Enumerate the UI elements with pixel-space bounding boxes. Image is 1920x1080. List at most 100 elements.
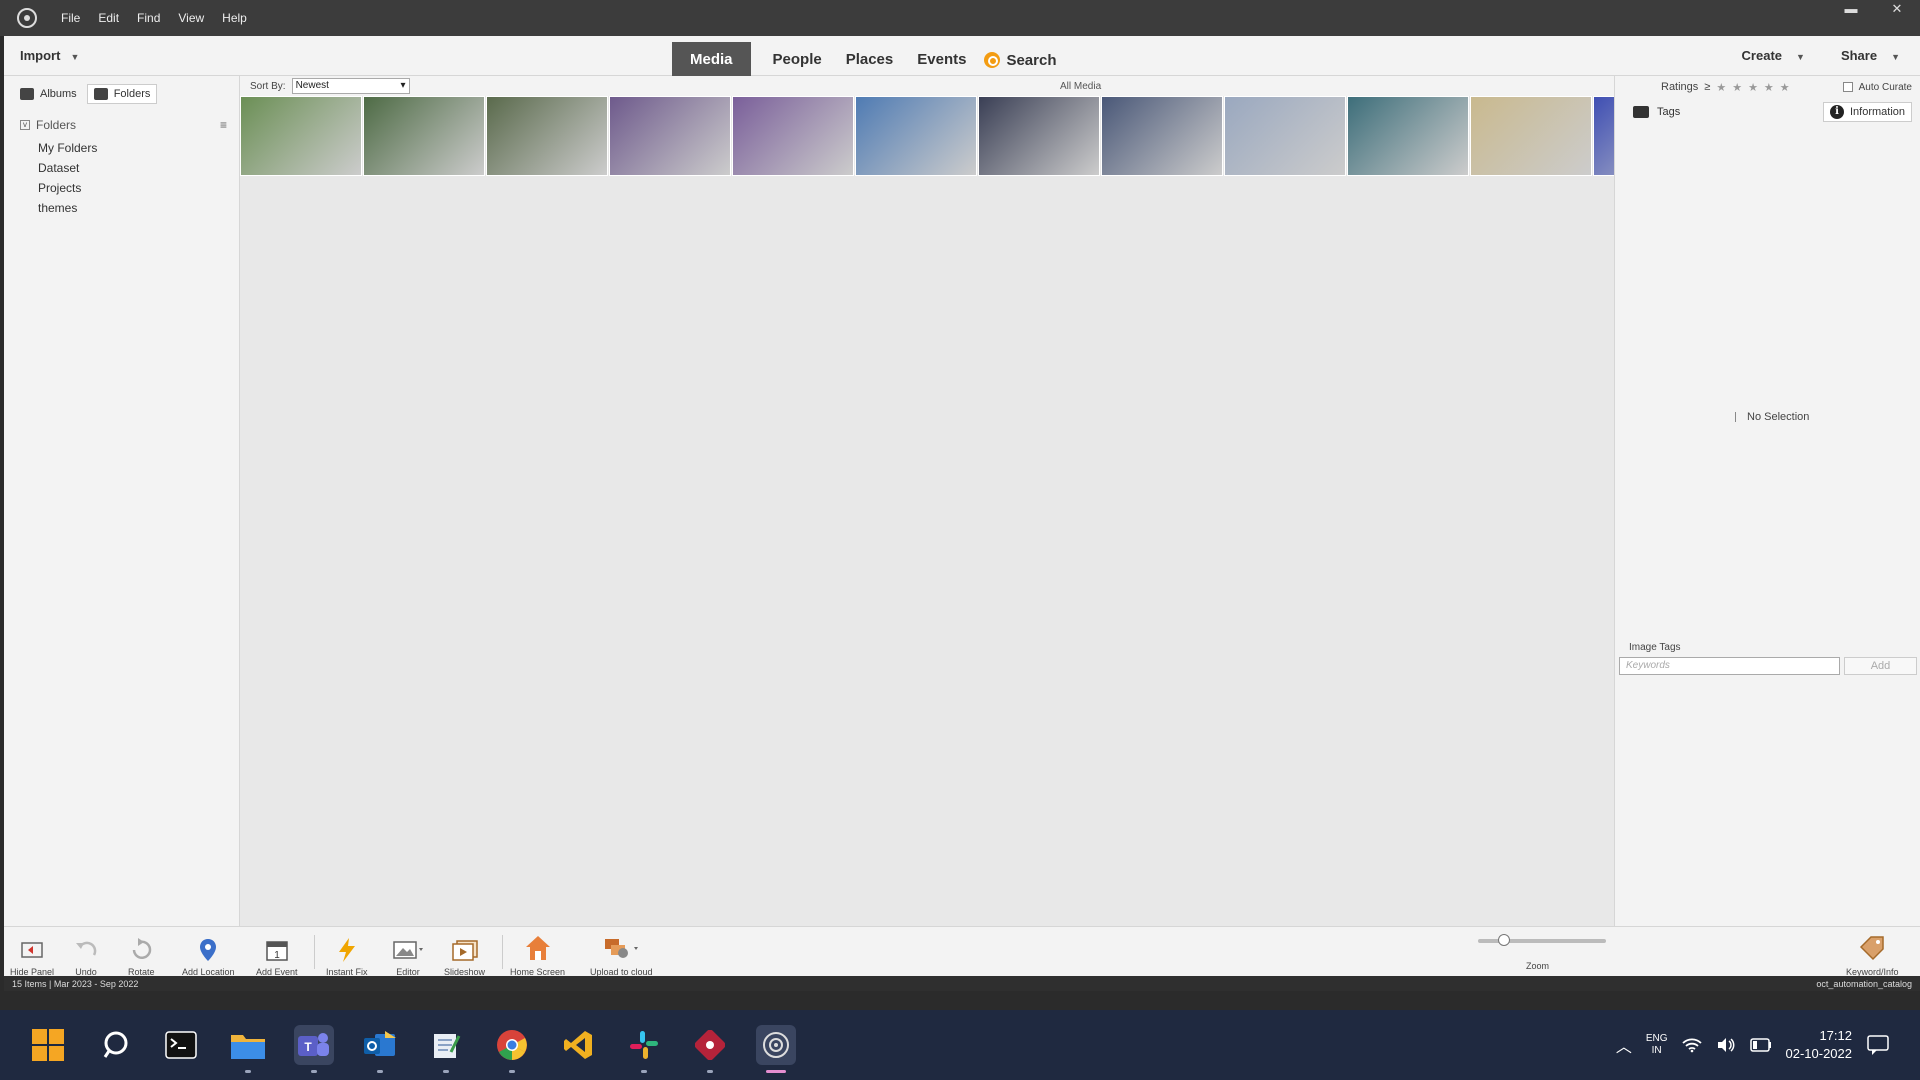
folder-item[interactable]: Projects <box>4 178 239 198</box>
hide-panel-button[interactable]: Hide Panel <box>10 937 54 977</box>
notification-icon[interactable] <box>1866 1034 1890 1056</box>
photo-thumbnail[interactable] <box>978 96 1100 176</box>
running-indicator <box>377 1070 383 1073</box>
home-screen-button[interactable]: Home Screen <box>510 933 565 977</box>
search-icon <box>984 52 1001 68</box>
import-button[interactable]: Import ▼ <box>20 48 79 63</box>
running-indicator <box>509 1070 515 1073</box>
photo-thumbnail[interactable] <box>240 96 362 176</box>
taskbar-chrome[interactable] <box>492 1025 532 1073</box>
tab-places[interactable]: Places <box>834 42 906 78</box>
volume-icon[interactable] <box>1716 1037 1736 1053</box>
photo-thumbnail[interactable] <box>1470 96 1592 176</box>
tab-information[interactable]: i Information <box>1822 102 1912 122</box>
start-button[interactable] <box>28 1025 68 1065</box>
keywords-input[interactable]: Keywords <box>1619 657 1840 675</box>
upload-to-cloud-button[interactable]: Upload to cloud <box>590 933 653 977</box>
selection-indicator <box>1735 412 1743 422</box>
taskbar-slack[interactable] <box>624 1025 664 1073</box>
photo-thumbnail[interactable] <box>609 96 731 176</box>
status-summary: 15 Items | Mar 2023 - Sep 2022 <box>12 978 139 989</box>
minimize-button[interactable]: ▬ <box>1828 0 1874 18</box>
taskbar-search[interactable] <box>96 1025 136 1065</box>
tab-tags[interactable]: Tags <box>1633 106 1680 118</box>
tab-media[interactable]: Media <box>672 42 751 78</box>
view-tabs: Media People Places Events Search <box>672 40 1057 80</box>
bottom-toolbar: Hide Panel Undo Rotate Add Location 1 Ad… <box>4 926 1920 977</box>
zoom-slider[interactable] <box>1478 934 1606 946</box>
photo-thumbnail[interactable] <box>855 96 977 176</box>
window-controls: ▬ ✕ <box>1828 0 1920 20</box>
taskbar-teams[interactable]: T <box>294 1025 334 1073</box>
terminal-icon <box>165 1031 197 1059</box>
folder-icon <box>93 88 108 100</box>
close-button[interactable]: ✕ <box>1874 0 1920 18</box>
chevron-down-icon: ▼ <box>70 52 80 62</box>
tab-people[interactable]: People <box>761 42 834 78</box>
slideshow-button[interactable]: Slideshow <box>444 937 485 977</box>
menu-view[interactable]: View <box>176 9 206 27</box>
all-media-label: All Media <box>1060 80 1102 92</box>
menu-help[interactable]: Help <box>220 9 249 27</box>
share-button[interactable]: Share ▼ <box>1841 48 1900 63</box>
region-code: IN <box>1651 1045 1662 1056</box>
menu-file[interactable]: File <box>59 9 82 27</box>
add-location-button[interactable]: Add Location <box>182 937 235 977</box>
media-grid <box>240 96 1715 176</box>
undo-button[interactable]: Undo <box>72 937 100 977</box>
top-navigation: Import ▼ Media People Places Events Searc… <box>4 36 1920 78</box>
clock[interactable]: 17:12 02-10-2022 <box>1786 1027 1853 1063</box>
taskbar-terminal[interactable] <box>161 1025 201 1065</box>
chevron-up-icon[interactable]: ︿ <box>1616 1033 1632 1057</box>
editor-button[interactable]: Editor <box>392 937 424 977</box>
taskbar-outlook[interactable] <box>360 1025 400 1073</box>
windows-start-icon <box>32 1029 64 1061</box>
create-button[interactable]: Create ▼ <box>1742 48 1805 63</box>
photo-thumbnail[interactable] <box>1101 96 1223 176</box>
search-label: Search <box>1006 51 1057 69</box>
undo-icon <box>76 941 97 956</box>
vscode-icon <box>564 1031 592 1059</box>
auto-curate-toggle[interactable]: Auto Curate <box>1842 82 1912 93</box>
taskbar-media-app[interactable] <box>690 1025 730 1073</box>
star-rating[interactable]: ★★★★★ <box>1716 81 1795 94</box>
photo-thumbnail[interactable] <box>732 96 854 176</box>
zoom-slider-handle[interactable] <box>1498 934 1510 946</box>
photo-thumbnail[interactable] <box>363 96 485 176</box>
folder-item[interactable]: Dataset <box>4 158 239 178</box>
photo-thumbnail[interactable] <box>1224 96 1346 176</box>
battery-icon[interactable] <box>1749 1038 1772 1052</box>
left-panel-tabs: Albums Folders <box>4 76 239 112</box>
folder-item[interactable]: My Folders <box>4 138 239 158</box>
keyword-info-button[interactable]: Keyword/Info <box>1846 933 1899 977</box>
tab-events[interactable]: Events <box>905 42 978 78</box>
sort-select[interactable]: Newest <box>291 78 410 94</box>
list-menu-icon[interactable]: ≡ <box>220 118 227 132</box>
add-event-button[interactable]: 1 Add Event <box>256 937 298 977</box>
taskbar-notepad[interactable] <box>426 1025 466 1073</box>
folder-item[interactable]: themes <box>4 198 239 218</box>
search-button[interactable]: Search <box>984 51 1057 69</box>
menu-edit[interactable]: Edit <box>96 9 121 27</box>
collapse-toggle[interactable]: v <box>20 120 30 130</box>
share-label: Share <box>1840 48 1878 63</box>
svg-text:T: T <box>304 1040 312 1054</box>
calendar-icon: 1 <box>266 941 288 961</box>
rotate-button[interactable]: Rotate <box>128 937 155 977</box>
no-selection-message: No Selection <box>1735 411 1809 423</box>
language-indicator[interactable]: ENG IN <box>1646 1033 1668 1057</box>
tab-albums[interactable]: Albums <box>20 88 77 100</box>
wifi-icon[interactable] <box>1681 1037 1702 1053</box>
tab-folders[interactable]: Folders <box>86 84 158 104</box>
taskbar-vscode[interactable] <box>558 1025 598 1065</box>
add-button[interactable]: Add <box>1844 657 1917 675</box>
ratings-filter[interactable]: Ratings ≥ ★★★★★ <box>1661 81 1796 94</box>
auto-curate-checkbox[interactable] <box>1842 82 1853 92</box>
menu-find[interactable]: Find <box>135 9 162 27</box>
instant-fix-button[interactable]: Instant Fix <box>326 937 368 977</box>
taskbar-file-explorer[interactable] <box>228 1025 268 1073</box>
ratings-label: Ratings <box>1661 81 1699 93</box>
photo-thumbnail[interactable] <box>1347 96 1469 176</box>
taskbar-photo-organizer[interactable] <box>756 1025 796 1073</box>
photo-thumbnail[interactable] <box>486 96 608 176</box>
